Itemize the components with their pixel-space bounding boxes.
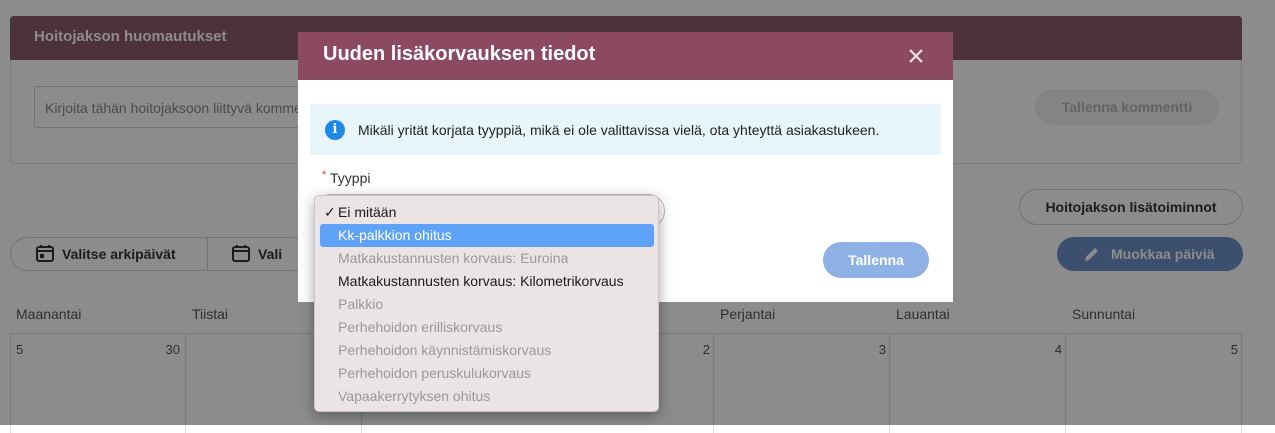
info-icon: i bbox=[325, 120, 345, 140]
checkmark-icon: ✓ bbox=[324, 204, 336, 220]
dropdown-option[interactable]: ✓ Ei mitään bbox=[320, 201, 654, 224]
dropdown-option: Palkkio bbox=[338, 296, 384, 312]
dropdown-option: Perhehoidon erilliskorvaus bbox=[338, 319, 503, 335]
info-text: Mikäli yrität korjata tyyppiä, mikä ei o… bbox=[358, 122, 880, 138]
type-label: Tyyppi bbox=[330, 170, 371, 186]
modal-title: Uuden lisäkorvauksen tiedot bbox=[298, 32, 953, 80]
dropdown-option: Perhehoidon peruskulukorvaus bbox=[338, 365, 532, 381]
dropdown-option: Vapaakerrytyksen ohitus bbox=[338, 388, 491, 404]
dropdown-option[interactable]: Kk-palkkion ohitus bbox=[320, 224, 654, 247]
close-icon[interactable] bbox=[904, 44, 928, 68]
required-marker: * bbox=[322, 169, 327, 181]
save-button[interactable]: Tallenna bbox=[823, 242, 929, 278]
dropdown-option[interactable]: Matkakustannusten korvaus: Kilometrikorv… bbox=[320, 270, 654, 293]
dropdown-option: Matkakustannusten korvaus: Euroina bbox=[338, 250, 569, 266]
dropdown-option: Perhehoidon käynnistämiskorvaus bbox=[338, 342, 552, 358]
